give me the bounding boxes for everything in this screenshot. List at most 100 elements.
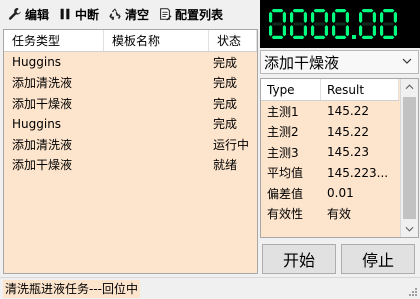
interrupt-label: 中断 — [75, 7, 100, 22]
column-header-task-type[interactable]: 任务类型 — [4, 30, 104, 51]
display-segment — [324, 11, 328, 23]
display-segment — [382, 22, 395, 26]
display-segment — [271, 9, 284, 13]
clear-button[interactable]: 清空 — [104, 3, 152, 25]
task-type-cell: 添加清洗液 — [12, 76, 73, 91]
list-item[interactable]: 平均值 145.223... — [261, 163, 399, 184]
table-row[interactable]: Huggins 完成 — [4, 114, 257, 135]
display-segment — [332, 25, 336, 37]
result-value-cell: 145.223... — [327, 165, 389, 180]
display-segment — [311, 11, 315, 23]
result-type-cell: 平均值 — [267, 166, 304, 181]
display-segment — [361, 35, 374, 39]
display-digit — [290, 9, 307, 39]
display-segment — [359, 11, 363, 23]
display-segment — [334, 9, 347, 13]
display-segment — [361, 9, 374, 13]
status-cell: 完成 — [213, 55, 238, 70]
display-segment — [380, 25, 384, 37]
status-cell: 完成 — [213, 117, 238, 132]
toolbar: 编辑 中断 清空 配置列表 — [0, 0, 258, 28]
config-list-label: 配置列表 — [175, 7, 224, 22]
display-segment — [324, 25, 328, 37]
status-cell: 运行中 — [213, 137, 250, 152]
pause-icon — [57, 6, 73, 22]
display-decimal-point — [352, 35, 356, 39]
display-segment — [303, 25, 307, 37]
task-list[interactable]: 任务类型 模板名称 状态 Huggins 完成 添加清洗液 完成 添加干燥液 完… — [3, 29, 258, 274]
recycle-icon — [107, 6, 123, 22]
list-item[interactable]: 主测3 145.23 — [261, 142, 399, 163]
display-segment — [303, 11, 307, 23]
task-select[interactable]: 添加干燥液 — [260, 50, 419, 74]
display-digit — [359, 9, 376, 39]
digital-display — [260, 0, 420, 48]
table-row[interactable]: 添加干燥液 就绪 — [4, 155, 257, 176]
column-header-template-name[interactable]: 模板名称 — [104, 30, 209, 51]
display-segment — [313, 35, 326, 39]
display-segment — [334, 35, 347, 39]
display-segment — [332, 11, 336, 23]
result-value-cell: 145.23 — [327, 145, 369, 160]
edit-label: 编辑 — [25, 7, 50, 22]
list-item[interactable]: 有效性 有效 — [261, 204, 399, 225]
task-select-value: 添加干燥液 — [264, 53, 340, 72]
display-segment — [359, 25, 363, 37]
edit-button[interactable]: 编辑 — [4, 3, 52, 25]
start-button[interactable]: 开始 — [262, 244, 336, 274]
display-segment — [334, 22, 347, 26]
status-text: 清洗瓶进液任务---回位中 — [3, 279, 140, 298]
vertical-scrollbar[interactable] — [400, 79, 418, 237]
display-segment — [292, 9, 305, 13]
interrupt-button[interactable]: 中断 — [54, 3, 102, 25]
task-type-cell: 添加清洗液 — [12, 137, 73, 152]
display-segment — [372, 25, 376, 37]
list-edit-icon — [157, 6, 173, 22]
display-segment — [345, 25, 349, 37]
column-header-status[interactable]: 状态 — [209, 30, 257, 51]
column-header-result[interactable]: Result — [321, 79, 399, 100]
display-segment — [271, 22, 284, 26]
wrench-icon — [7, 6, 23, 22]
display-digit — [380, 9, 397, 39]
scroll-down-button[interactable] — [401, 221, 418, 237]
task-type-cell: Huggins — [12, 116, 62, 131]
status-cell: 完成 — [213, 76, 238, 91]
display-segment — [393, 25, 397, 37]
display-segment — [269, 25, 273, 37]
result-list-header: Type Result — [261, 79, 399, 101]
result-value-cell: 145.22 — [327, 124, 369, 139]
scrollbar-thumb[interactable] — [403, 97, 416, 219]
table-row[interactable]: 添加清洗液 完成 — [4, 73, 257, 94]
table-row[interactable]: 添加清洗液 运行中 — [4, 134, 257, 155]
display-digit — [269, 9, 286, 39]
table-row[interactable]: Huggins 完成 — [4, 52, 257, 73]
chevron-down-icon — [405, 226, 414, 232]
display-segment — [269, 11, 273, 23]
result-type-cell: 主测3 — [267, 145, 299, 160]
stop-button[interactable]: 停止 — [341, 244, 415, 274]
result-value-cell: 0.01 — [327, 186, 354, 201]
column-header-type[interactable]: Type — [261, 79, 321, 100]
task-type-cell: 添加干燥液 — [12, 96, 73, 111]
scroll-up-button[interactable] — [401, 79, 418, 95]
config-list-button[interactable]: 配置列表 — [154, 3, 226, 25]
display-segment — [372, 11, 376, 23]
seven-segment-readout — [269, 9, 397, 39]
result-list[interactable]: Type Result 主测1 145.22 主测2 145.22 主测3 14… — [260, 78, 419, 238]
chevron-down-icon — [402, 58, 412, 64]
display-segment — [311, 25, 315, 37]
list-item[interactable]: 主测1 145.22 — [261, 101, 399, 122]
list-item[interactable]: 偏差值 0.01 — [261, 183, 399, 204]
display-segment — [382, 9, 395, 13]
table-row[interactable]: 添加干燥液 完成 — [4, 93, 257, 114]
result-type-cell: 主测1 — [267, 104, 299, 119]
task-type-cell: Huggins — [12, 55, 62, 70]
task-list-header: 任务类型 模板名称 状态 — [4, 30, 257, 52]
list-item[interactable]: 主测2 145.22 — [261, 122, 399, 143]
status-bar: 清洗瓶进液任务---回位中 — [0, 277, 420, 299]
display-segment — [282, 25, 286, 37]
display-segment — [292, 22, 305, 26]
resize-grip-icon[interactable] — [408, 287, 418, 297]
result-type-cell: 有效性 — [267, 207, 304, 222]
